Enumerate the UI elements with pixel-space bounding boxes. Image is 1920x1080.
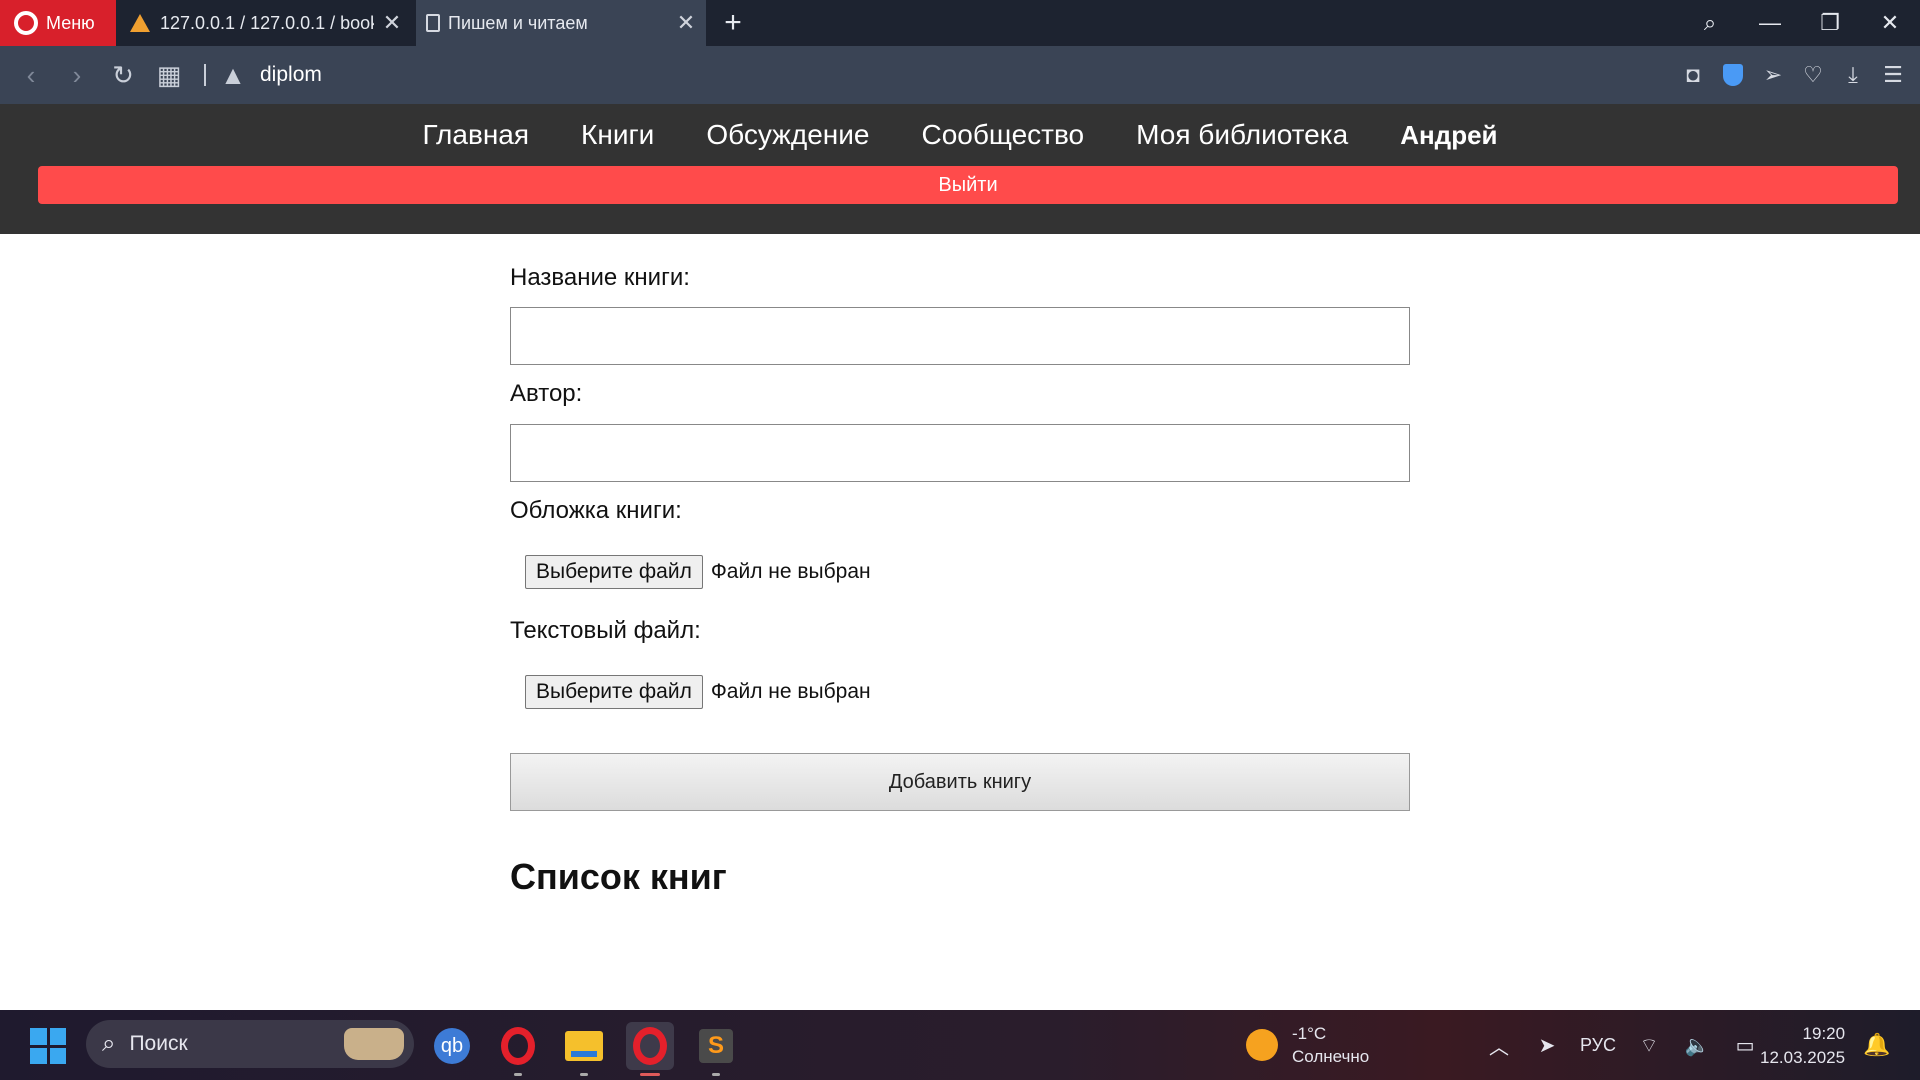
notification-bell-icon[interactable]: 🔔 xyxy=(1862,1030,1892,1060)
qbittorrent-app[interactable]: qb xyxy=(428,1022,476,1070)
back-icon[interactable]: ‹ xyxy=(8,52,54,98)
clock[interactable]: 19:20 12.03.2025 xyxy=(1760,1022,1845,1070)
clock-time: 19:20 xyxy=(1802,1024,1846,1043)
nav-my-library[interactable]: Моя библиотека xyxy=(1136,119,1348,151)
book-title-input[interactable] xyxy=(510,307,1410,365)
download-icon[interactable]: ⤓ xyxy=(1836,58,1870,92)
opera-icon xyxy=(501,1027,535,1065)
sublime-text-app[interactable]: S xyxy=(692,1022,740,1076)
vpn-shield-icon[interactable] xyxy=(1716,58,1750,92)
search-placeholder: Поиск xyxy=(129,1032,188,1055)
volume-icon[interactable]: 🔈 xyxy=(1682,1030,1712,1060)
logout-button[interactable]: Выйти xyxy=(38,166,1898,204)
nav-community[interactable]: Сообщество xyxy=(921,119,1084,151)
opera-logo-icon xyxy=(14,11,38,35)
cover-file-picker: Выберите файл Файл не выбран xyxy=(525,555,871,589)
choose-cover-file-button[interactable]: Выберите файл xyxy=(525,555,703,589)
nav-home[interactable]: Главная xyxy=(422,119,529,151)
restore-icon[interactable]: ❐ xyxy=(1800,0,1860,46)
close-tab-icon[interactable]: ✕ xyxy=(676,10,696,36)
new-tab-button[interactable]: + xyxy=(716,4,750,42)
book-list-heading: Список книг xyxy=(510,856,727,897)
weather-widget[interactable]: -1°C Солнечно xyxy=(1246,1022,1369,1068)
taskbar: ⌕ Поиск qb S -1°C Солнечно ︿ ➤ РУС ⌔ 🔈 ▭ xyxy=(0,1010,1920,1080)
search-highlight-icon xyxy=(344,1028,404,1060)
text-file-label: Текстовый файл: xyxy=(510,617,701,644)
tab-title: Пишем и читаем xyxy=(448,12,588,33)
language-indicator[interactable]: РУС xyxy=(1580,1035,1616,1056)
speed-dial-icon[interactable]: ▦ xyxy=(146,52,192,98)
weather-desc: Солнечно xyxy=(1292,1047,1370,1066)
author-label: Автор: xyxy=(510,380,583,407)
insecure-warning-icon[interactable]: ▲ xyxy=(218,52,248,98)
nav-user[interactable]: Андрей xyxy=(1400,120,1497,151)
snapshot-icon[interactable]: ◘ xyxy=(1676,58,1710,92)
add-book-button[interactable]: Добавить книгу xyxy=(510,753,1410,811)
opera-icon xyxy=(633,1027,667,1065)
text-file-picker: Выберите файл Файл не выбран xyxy=(525,675,871,709)
opera-menu-button[interactable]: Меню xyxy=(0,0,116,46)
folder-icon xyxy=(565,1031,603,1061)
browser-tab-strip: Меню 127.0.0.1 / 127.0.0.1 / book ✕ Пише… xyxy=(0,0,1920,46)
heart-icon[interactable]: ♡ xyxy=(1796,58,1830,92)
address-bar: ‹ › ↻ ▦ ▲ diplom ◘ ➢ ♡ ⤓ ☰ xyxy=(0,46,1920,104)
close-tab-icon[interactable]: ✕ xyxy=(382,10,402,36)
tab-phpmyadmin[interactable]: 127.0.0.1 / 127.0.0.1 / book ✕ xyxy=(118,0,412,46)
document-icon xyxy=(426,14,440,32)
sun-icon xyxy=(1246,1029,1278,1061)
search-icon: ⌕ xyxy=(102,1030,116,1057)
qbittorrent-icon: qb xyxy=(434,1028,470,1064)
windows-start-icon[interactable] xyxy=(30,1028,66,1064)
forward-icon[interactable]: › xyxy=(54,52,100,98)
easy-setup-icon[interactable]: ☰ xyxy=(1876,58,1910,92)
opera-app[interactable] xyxy=(494,1022,542,1076)
author-input[interactable] xyxy=(510,424,1410,482)
divider xyxy=(204,64,206,86)
chevron-up-icon[interactable]: ︿ xyxy=(1484,1030,1514,1060)
phpmyadmin-icon xyxy=(128,12,152,34)
clock-date: 12.03.2025 xyxy=(1760,1048,1846,1067)
taskbar-search[interactable]: ⌕ Поиск xyxy=(86,1020,414,1068)
cover-label: Обложка книги: xyxy=(510,497,682,524)
main-nav: Главная Книги Обсуждение Сообщество Моя … xyxy=(0,104,1920,166)
system-tray: ︿ ➤ РУС ⌔ 🔈 ▭ xyxy=(1484,1010,1760,1080)
send-icon[interactable]: ➢ xyxy=(1756,58,1790,92)
window-controls: ⌕ — ❐ ✕ xyxy=(1680,0,1920,46)
wifi-icon[interactable]: ⌔ xyxy=(1634,1030,1664,1060)
tab-title: 127.0.0.1 / 127.0.0.1 / book xyxy=(160,12,374,33)
sublime-text-icon: S xyxy=(699,1029,733,1063)
choose-text-file-button[interactable]: Выберите файл xyxy=(525,675,703,709)
minimize-icon[interactable]: — xyxy=(1740,0,1800,46)
telegram-icon[interactable]: ➤ xyxy=(1532,1030,1562,1060)
address-bar-tools: ◘ ➢ ♡ ⤓ ☰ xyxy=(1676,46,1910,104)
tab-diplom[interactable]: Пишем и читаем ✕ xyxy=(416,0,706,46)
cover-file-status: Файл не выбран xyxy=(710,560,871,583)
url-field[interactable]: diplom xyxy=(260,63,322,87)
file-explorer-app[interactable] xyxy=(560,1022,608,1076)
battery-icon[interactable]: ▭ xyxy=(1730,1030,1760,1060)
weather-temp: -1°C xyxy=(1292,1024,1327,1043)
text-file-status: Файл не выбран xyxy=(710,680,871,703)
nav-books[interactable]: Книги xyxy=(581,119,654,151)
close-window-icon[interactable]: ✕ xyxy=(1860,0,1920,46)
site-header: Главная Книги Обсуждение Сообщество Моя … xyxy=(0,104,1920,234)
opera-active-app[interactable] xyxy=(626,1022,674,1076)
search-tabs-icon[interactable]: ⌕ xyxy=(1680,0,1740,46)
menu-label: Меню xyxy=(46,12,95,33)
nav-discussion[interactable]: Обсуждение xyxy=(706,119,869,151)
reload-icon[interactable]: ↻ xyxy=(100,52,146,98)
book-title-label: Название книги: xyxy=(510,264,690,291)
